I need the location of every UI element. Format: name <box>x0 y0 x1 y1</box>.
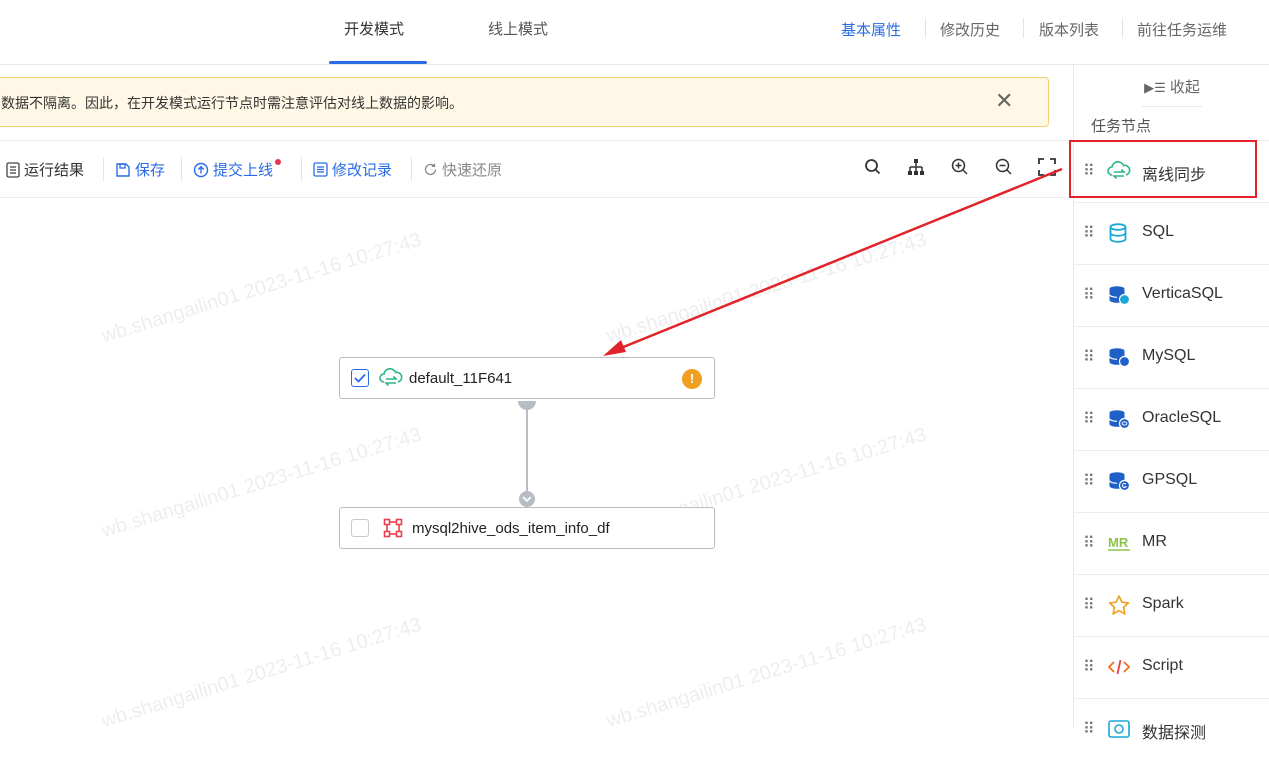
version-list-link[interactable]: 版本列表 <box>1039 19 1099 40</box>
zoom-out-icon[interactable] <box>994 157 1014 182</box>
vertica-db-icon <box>1107 284 1131 306</box>
edit-record-button[interactable]: 修改记录 <box>313 159 392 180</box>
task-item-label: 离线同步 <box>1142 167 1207 184</box>
submit-online-button[interactable]: 提交上线 <box>193 158 283 180</box>
dag-node[interactable]: mysql2hive_ods_item_info_df <box>339 507 715 549</box>
code-icon <box>1107 656 1131 678</box>
save-button[interactable]: 保存 <box>115 159 165 180</box>
drag-handle-icon[interactable]: ⠿ <box>1083 223 1095 243</box>
quick-restore-button[interactable]: 快速还原 <box>423 159 502 180</box>
list-icon <box>313 162 328 177</box>
task-item-label: VerticaSQL <box>1142 285 1223 302</box>
collapse-button[interactable]: ▶☰ 收起 <box>1074 76 1269 97</box>
node-checkbox[interactable] <box>351 369 369 387</box>
transform-node-icon <box>383 518 403 538</box>
canvas-toolbar: 运行结果 保存 提交上线 修改记录 快速还原 <box>0 140 1072 198</box>
svg-text:MR: MR <box>1108 535 1129 550</box>
panel-title: 任务节点 <box>1091 118 1152 135</box>
dag-edge <box>518 401 536 507</box>
task-item-spark[interactable]: ⠿ Spark <box>1074 574 1269 636</box>
oracle-db-icon <box>1107 408 1131 430</box>
warning-icon[interactable]: ! <box>682 369 702 389</box>
quick-restore-label: 快速还原 <box>442 162 503 179</box>
basic-properties-link[interactable]: 基本属性 <box>841 19 901 40</box>
task-item-label: MR <box>1142 533 1167 550</box>
task-item-sql[interactable]: ⠿ SQL <box>1074 202 1269 264</box>
task-item-gpsql[interactable]: ⠿ GPSQL <box>1074 450 1269 512</box>
divider <box>103 157 104 181</box>
task-item-data-probe[interactable]: ⠿ 数据探测 <box>1074 698 1269 760</box>
drag-handle-icon[interactable]: ⠿ <box>1083 347 1095 367</box>
task-item-label: MySQL <box>1142 347 1196 364</box>
task-item-mysql[interactable]: ⠿ MySQL <box>1074 326 1269 388</box>
task-item-label: Spark <box>1142 595 1184 612</box>
star-icon <box>1107 594 1131 616</box>
drag-handle-icon[interactable]: ⠿ <box>1083 285 1095 305</box>
sync-cloud-icon <box>379 368 403 388</box>
task-item-offline-sync[interactable]: ⠿ 离线同步 <box>1074 140 1269 202</box>
drag-handle-icon[interactable]: ⠿ <box>1083 471 1095 491</box>
run-result-label: 运行结果 <box>24 162 85 179</box>
collapse-label: 收起 <box>1169 79 1200 96</box>
drag-handle-icon[interactable]: ⠿ <box>1083 409 1095 429</box>
divider <box>925 18 926 38</box>
gp-db-icon <box>1107 470 1131 492</box>
collapse-icon: ▶☰ <box>1144 80 1166 95</box>
dag-node[interactable]: default_11F641 ! <box>339 357 715 399</box>
mr-icon: MR <box>1107 532 1131 554</box>
drag-handle-icon[interactable]: ⠿ <box>1083 533 1095 553</box>
divider <box>1142 106 1202 107</box>
node-label: mysql2hive_ods_item_info_df <box>412 519 610 537</box>
drag-handle-icon[interactable]: ⠿ <box>1083 595 1095 615</box>
task-item-verticasql[interactable]: ⠿ VerticaSQL <box>1074 264 1269 326</box>
node-checkbox[interactable] <box>351 519 369 537</box>
database-icon <box>1107 222 1131 244</box>
restore-icon <box>424 163 437 176</box>
submit-label: 提交上线 <box>213 162 274 179</box>
drag-handle-icon[interactable]: ⠿ <box>1083 657 1095 677</box>
task-item-oraclesql[interactable]: ⠿ OracleSQL <box>1074 388 1269 450</box>
task-ops-link[interactable]: 前往任务运维 <box>1137 19 1227 40</box>
run-result-button[interactable]: 运行结果 <box>6 159 84 180</box>
mysql-db-icon <box>1107 346 1131 368</box>
probe-icon <box>1107 718 1131 740</box>
task-node-panel: ▶☰ 收起 任务节点 ⠿ 离线同步 ⠿ SQL ⠿ VerticaSQL ⠿ M… <box>1073 65 1269 742</box>
divider <box>411 157 412 181</box>
divider <box>1122 18 1123 38</box>
save-icon <box>116 162 130 177</box>
zoom-in-icon[interactable] <box>950 157 970 182</box>
divider <box>301 157 302 181</box>
layout-tree-icon[interactable] <box>906 157 926 182</box>
fullscreen-icon[interactable] <box>1037 157 1057 182</box>
task-item-script[interactable]: ⠿ Script <box>1074 636 1269 698</box>
dag-canvas[interactable]: wb.shangailin01 2023-11-16 10:27:43 wb.s… <box>0 197 1072 727</box>
notification-dot <box>275 158 282 165</box>
task-item-mr[interactable]: ⠿ MR MR <box>1074 512 1269 574</box>
divider <box>181 157 182 181</box>
upload-circle-icon <box>193 162 209 177</box>
edit-history-link[interactable]: 修改历史 <box>940 19 1000 40</box>
top-bar: 开发模式 线上模式 基本属性 修改历史 版本列表 前往任务运维 <box>0 0 1269 65</box>
task-item-label: Script <box>1142 657 1183 674</box>
task-item-label: OracleSQL <box>1142 409 1222 426</box>
active-tab-indicator <box>329 61 427 64</box>
tab-online-mode[interactable]: 线上模式 <box>488 18 548 39</box>
warning-banner: 数据不隔离。因此，在开发模式运行节点时需注意评估对线上数据的影响。 ✕ <box>0 77 1049 127</box>
node-label: default_11F641 <box>409 369 513 387</box>
task-item-label: GPSQL <box>1142 471 1198 488</box>
tab-dev-mode[interactable]: 开发模式 <box>344 18 404 39</box>
document-icon <box>6 161 20 178</box>
close-icon[interactable]: ✕ <box>995 88 1013 114</box>
drag-handle-icon[interactable]: ⠿ <box>1083 719 1095 739</box>
edit-record-label: 修改记录 <box>332 162 393 179</box>
drag-handle-icon[interactable]: ⠿ <box>1083 161 1095 181</box>
divider <box>1023 18 1024 38</box>
sync-cloud-icon <box>1107 160 1131 182</box>
task-item-label: SQL <box>1142 223 1175 240</box>
banner-text: 数据不隔离。因此，在开发模式运行节点时需注意评估对线上数据的影响。 <box>1 95 463 111</box>
task-item-label: 数据探测 <box>1142 725 1207 742</box>
save-label: 保存 <box>135 162 166 179</box>
search-icon[interactable] <box>864 157 882 182</box>
